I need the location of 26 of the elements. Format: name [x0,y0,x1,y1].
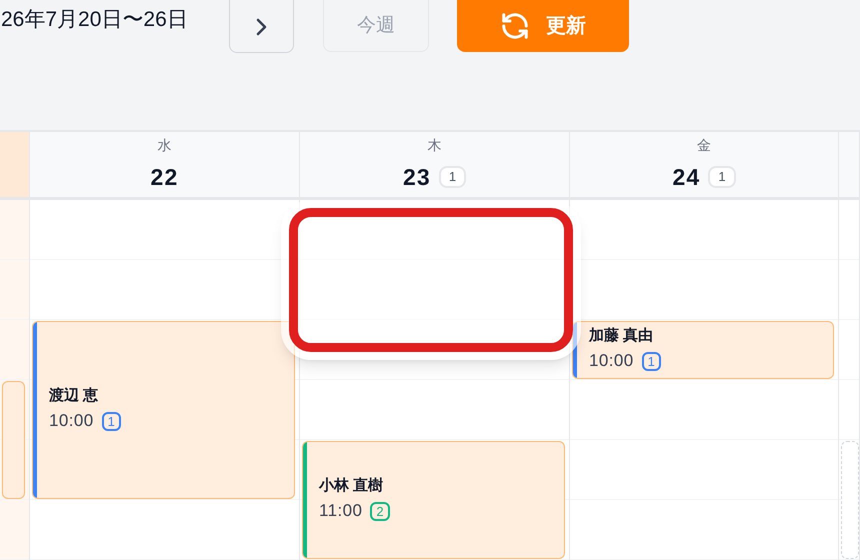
event-name: 加藤 真由 [589,326,654,346]
event-time: 11:00 [319,500,362,522]
day-number: 23 [402,162,431,192]
event-name: 渡辺 恵 [49,386,100,406]
count-badge: 1 [708,166,736,188]
event-time: 10:00 [49,410,94,432]
count-badge: 1 [102,412,121,430]
count-badge: 1 [642,352,661,370]
refresh-icon [500,11,530,41]
weekday-label: 木 [428,136,442,155]
next-week-button[interactable] [228,0,294,53]
date-range: 26年7月20日〜26日 [1,7,188,33]
event-card[interactable]: 渡辺 恵 10:00 1 [32,321,295,499]
tentative-event-card[interactable] [841,441,859,559]
event-card[interactable]: 小林 直樹 11:00 2 [302,441,565,559]
count-badge: 2 [370,502,390,520]
event-card[interactable]: 加藤 真由 10:00 1 [572,321,834,379]
count-badge: 1 [438,166,466,188]
weekday-label: 水 [158,136,172,155]
chevron-right-icon [255,18,268,36]
event-card[interactable] [2,381,25,499]
event-time: 10:00 [589,350,634,372]
day-number: 22 [150,162,178,192]
day-number: 24 [672,162,700,192]
weekday-label: 金 [697,136,711,155]
event-name: 小林 直樹 [319,476,384,496]
